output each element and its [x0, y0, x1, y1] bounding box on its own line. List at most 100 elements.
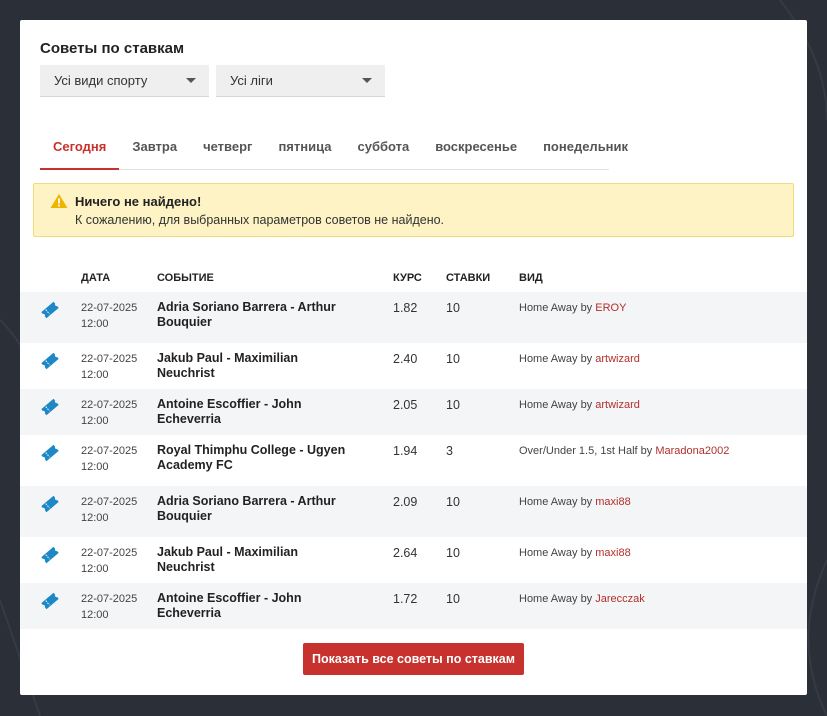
tipster-link[interactable]: EROY — [595, 302, 626, 314]
tip-date: 22-07-2025 — [81, 399, 138, 411]
by-label: by — [580, 353, 593, 365]
show-all-tips-button[interactable]: Показать все советы по ставкам — [303, 643, 524, 675]
tip-odds: 1.94 — [393, 444, 418, 458]
table-row: 22-07-2025 12:00 Royal Thimphu College - U… — [20, 435, 807, 486]
header-stakes: Ставки — [446, 272, 491, 284]
by-label: by — [580, 547, 593, 559]
by-label: by — [580, 302, 593, 314]
bet-ticket-icon[interactable] — [40, 352, 60, 375]
tab-sunday[interactable]: воскресенье — [422, 130, 530, 170]
tip-time: 12:00 — [81, 414, 109, 427]
tip-odds: 2.64 — [393, 546, 418, 560]
table-row: 22-07-2025 12:00 Adria Soriano Barrera - A… — [20, 292, 807, 343]
bet-ticket-icon[interactable] — [40, 546, 60, 569]
tipster-link[interactable]: artwizard — [595, 353, 640, 365]
tip-odds: 2.40 — [393, 352, 418, 366]
table-row: 22-07-2025 12:00 Jakub Paul - Maximilian N… — [20, 343, 807, 389]
tip-event-link[interactable]: Adria Soriano Barrera - Arthur Bouquier — [157, 494, 357, 524]
tab-friday[interactable]: пятница — [265, 130, 344, 170]
tip-event-link[interactable]: Jakub Paul - Maximilian Neuchrist — [157, 545, 357, 575]
tip-market: Home Away — [519, 496, 578, 508]
tipster-link[interactable]: maxi88 — [595, 496, 630, 508]
tip-event-link[interactable]: Adria Soriano Barrera - Arthur Bouquier — [157, 300, 357, 330]
tip-stakes: 10 — [446, 495, 460, 509]
bet-ticket-icon[interactable] — [40, 398, 60, 421]
table-row: 22-07-2025 12:00 Antoine Escoffier - John … — [20, 389, 807, 435]
tip-kind: Home Away by artwizard — [519, 399, 640, 411]
league-select-value: Усі ліги — [230, 73, 273, 88]
tip-kind: Home Away by maxi88 — [519, 547, 631, 559]
tipster-link[interactable]: Maradona2002 — [655, 445, 729, 457]
tip-date: 22-07-2025 — [81, 302, 138, 314]
no-results-alert: Ничего не найдено! К сожалению, для выбр… — [33, 183, 794, 237]
tipster-link[interactable]: maxi88 — [595, 547, 630, 559]
table-row: 22-07-2025 12:00 Antoine Escoffier - John … — [20, 583, 807, 629]
tip-kind: Home Away by EROY — [519, 302, 626, 314]
bet-ticket-icon[interactable] — [40, 592, 60, 615]
by-label: by — [580, 496, 593, 508]
header-kind: Вид — [519, 272, 543, 284]
header-event: Событие — [157, 272, 214, 284]
header-odds: Курс — [393, 272, 422, 284]
tip-odds: 2.05 — [393, 398, 418, 412]
day-tabs: Сегодня Завтра четверг пятница суббота в… — [40, 130, 628, 170]
tab-tomorrow[interactable]: Завтра — [119, 130, 190, 170]
tab-today[interactable]: Сегодня — [40, 130, 120, 170]
tips-card: Советы по ставкам Усі види спорту Усі лі… — [20, 20, 807, 695]
tip-kind: Home Away by Jarecczak — [519, 593, 645, 605]
tip-date: 22-07-2025 — [81, 445, 138, 457]
tipster-link[interactable]: artwizard — [595, 399, 640, 411]
by-label: by — [640, 445, 653, 457]
tip-datetime: 22-07-2025 12:00 — [81, 301, 137, 332]
sport-select-value: Усі види спорту — [54, 73, 148, 88]
tab-thursday[interactable]: четверг — [190, 130, 265, 170]
league-select[interactable]: Усі ліги — [216, 65, 385, 97]
tip-date: 22-07-2025 — [81, 353, 138, 365]
tip-stakes: 10 — [446, 546, 460, 560]
tip-market: Over/Under 1.5, 1st Half — [519, 445, 638, 457]
tip-market: Home Away — [519, 302, 578, 314]
tip-event-link[interactable]: Antoine Escoffier - John Echeverria — [157, 397, 357, 427]
tip-time: 12:00 — [81, 317, 109, 330]
tipster-link[interactable]: Jarecczak — [595, 593, 645, 605]
tab-saturday[interactable]: суббота — [344, 130, 422, 170]
warning-icon — [50, 194, 68, 208]
table-header: Дата Событие Курс Ставки Вид — [20, 272, 807, 292]
tip-kind: Home Away by artwizard — [519, 353, 640, 365]
tip-event-link[interactable]: Antoine Escoffier - John Echeverria — [157, 591, 357, 621]
tip-time: 12:00 — [81, 562, 109, 575]
tip-market: Home Away — [519, 353, 578, 365]
tip-stakes: 3 — [446, 444, 453, 458]
tip-stakes: 10 — [446, 398, 460, 412]
tip-datetime: 22-07-2025 12:00 — [81, 592, 137, 623]
tab-monday[interactable]: понедельник — [530, 130, 641, 170]
tip-stakes: 10 — [446, 592, 460, 606]
tip-date: 22-07-2025 — [81, 593, 138, 605]
bet-ticket-icon[interactable] — [40, 444, 60, 467]
chevron-down-icon — [186, 78, 196, 83]
tip-kind: Home Away by maxi88 — [519, 496, 631, 508]
tip-datetime: 22-07-2025 12:00 — [81, 546, 137, 577]
alert-title: Ничего не найдено! — [75, 194, 202, 209]
tip-event-link[interactable]: Jakub Paul - Maximilian Neuchrist — [157, 351, 357, 381]
bet-ticket-icon[interactable] — [40, 495, 60, 518]
chevron-down-icon — [362, 78, 372, 83]
table-row: 22-07-2025 12:00 Jakub Paul - Maximilian N… — [20, 537, 807, 583]
tip-datetime: 22-07-2025 12:00 — [81, 444, 137, 475]
bet-ticket-icon[interactable] — [40, 301, 60, 324]
tip-market: Home Away — [519, 593, 578, 605]
tip-stakes: 10 — [446, 352, 460, 366]
tip-time: 12:00 — [81, 460, 109, 473]
tip-date: 22-07-2025 — [81, 496, 138, 508]
tip-odds: 1.72 — [393, 592, 418, 606]
by-label: by — [580, 593, 593, 605]
sport-select[interactable]: Усі види спорту — [40, 65, 209, 97]
tip-kind: Over/Under 1.5, 1st Half by Maradona2002 — [519, 445, 729, 457]
tip-stakes: 10 — [446, 301, 460, 315]
table-row: 22-07-2025 12:00 Adria Soriano Barrera - A… — [20, 486, 807, 537]
tip-odds: 1.82 — [393, 301, 418, 315]
tip-event-link[interactable]: Royal Thimphu College - Ugyen Academy FC — [157, 443, 357, 473]
tip-datetime: 22-07-2025 12:00 — [81, 495, 137, 526]
page-title: Советы по ставкам — [40, 40, 185, 57]
header-date: Дата — [81, 272, 111, 284]
